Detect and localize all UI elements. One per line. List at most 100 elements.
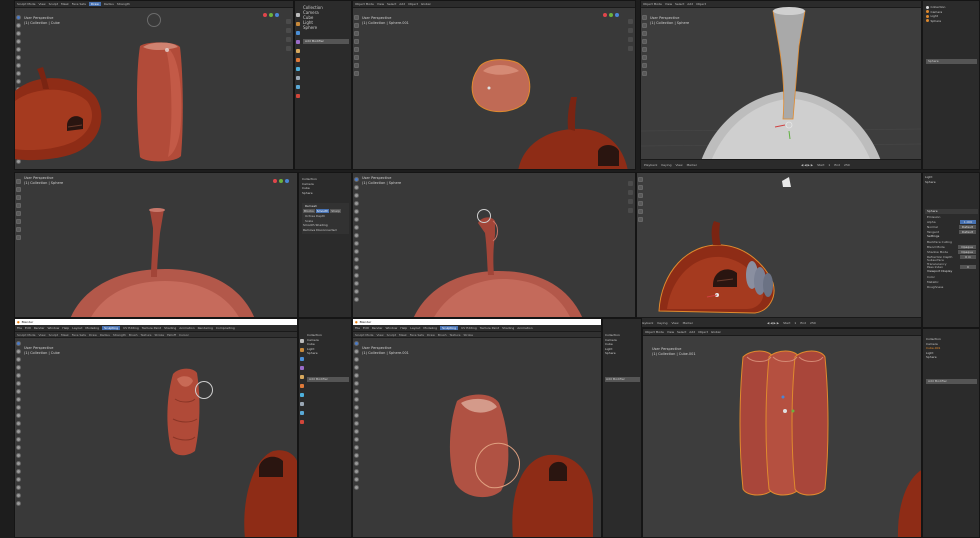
outliner-row[interactable]: Sphere	[926, 355, 977, 360]
camera-icon[interactable]	[628, 37, 633, 42]
viewport-2-scene	[471, 59, 628, 169]
scene-icon[interactable]	[296, 49, 300, 53]
outliner-list-8: Collection Camera Cube Light Sphere	[605, 333, 640, 356]
tool-icon[interactable]	[300, 339, 304, 343]
output-icon[interactable]	[296, 31, 300, 35]
outliner-panel-9: Collection Camera Cube.001 Light Sphere …	[922, 328, 980, 538]
outliner-panel-1: Collection Camera Cube Light Sphere Add …	[294, 0, 352, 170]
timeline-view[interactable]: View	[675, 163, 682, 167]
viewport-tile-7[interactable]: ● Blender File Edit Render Window Help L…	[14, 318, 298, 538]
hand-pan-icon[interactable]	[628, 190, 633, 195]
viewport-tile-5[interactable]: User Perspective (1) Collection | Sphere	[352, 172, 636, 318]
viewport-tile-8[interactable]: ● Blender File Edit Render Window Help L…	[352, 318, 602, 538]
remesh-panel: Remesh Blocks Smooth Sharp Octree Depth …	[302, 203, 349, 234]
outliner-list-3: Collection Camera Light Sphere	[926, 5, 977, 23]
viewport-tile-9[interactable]: Object Mode View Select Add Object Globa…	[642, 328, 922, 538]
play-controls[interactable]: ◀ ◀ ▶ ▶	[767, 321, 779, 325]
timeline-keying[interactable]: Keying	[661, 163, 671, 167]
add-modifier-button[interactable]: Add Modifier	[307, 377, 349, 382]
material-icon[interactable]	[300, 420, 304, 424]
wrench-icon[interactable]	[296, 67, 300, 71]
timeline-playback[interactable]: Playback	[644, 163, 657, 167]
brush-cursor	[195, 381, 213, 399]
scene-icon[interactable]	[300, 375, 304, 379]
zoom-icon[interactable]	[628, 19, 633, 24]
modifier-panel-4: Collection Camera Cube Sphere Remesh Blo…	[298, 172, 352, 318]
object-icon[interactable]	[300, 384, 304, 388]
hand-pan-icon[interactable]	[628, 28, 633, 33]
grid-icon[interactable]	[628, 46, 633, 51]
view-tools	[628, 19, 633, 51]
zoom-icon[interactable]	[628, 181, 633, 186]
particles-icon[interactable]	[300, 402, 304, 406]
remesh-mode-sharp[interactable]: Sharp	[330, 209, 342, 213]
viewport-tile-4[interactable]: User Perspective (1) Collection | Sphere	[14, 172, 298, 318]
remesh-mode-blocks[interactable]: Blocks	[303, 209, 315, 213]
viewport-3-scene	[641, 7, 921, 161]
outliner-row[interactable]: Sphere	[925, 180, 977, 185]
viewport-8-scene	[449, 394, 593, 537]
viewport-tile-1[interactable]: Sculpt Mode View Sculpt Mask Face Sets D…	[14, 0, 294, 170]
start-label: Start	[817, 162, 825, 167]
add-modifier-button[interactable]: Add Modifier	[605, 377, 640, 382]
end-frame[interactable]: 250	[810, 321, 816, 325]
viewport-5-scene	[414, 217, 582, 317]
tool-icon[interactable]	[296, 13, 300, 17]
outliner-row[interactable]: Sphere	[605, 351, 640, 356]
remesh-mode-smooth[interactable]: Smooth	[315, 209, 330, 213]
physics-icon[interactable]	[300, 411, 304, 415]
viewport-tile-3[interactable]: Object Mode View Select Add Object User …	[640, 0, 922, 170]
outliner-panel-8: Collection Camera Cube Light Sphere Add …	[602, 318, 642, 538]
camera-icon[interactable]	[628, 199, 633, 204]
roughness-row[interactable]: Roughness	[925, 284, 978, 289]
render-icon[interactable]	[300, 348, 304, 352]
material-panel-6: Light Sphere Sphere Emission Alpha 1.000 …	[922, 172, 980, 328]
timeline-marker[interactable]: Marker	[687, 163, 697, 167]
view-layer-icon[interactable]	[296, 40, 300, 44]
outliner-row[interactable]: Sphere	[303, 25, 349, 30]
end-label: End	[834, 162, 841, 167]
start-frame[interactable]: 1	[794, 321, 796, 325]
add-modifier-button[interactable]: Add Modifier	[303, 39, 349, 44]
viewport-9-scene	[739, 350, 921, 537]
timeline-marker[interactable]: Marker	[683, 321, 693, 325]
render-icon[interactable]	[296, 22, 300, 26]
start-label: Start	[783, 320, 791, 325]
outliner-list-6: Light Sphere	[925, 175, 977, 184]
play-controls[interactable]: ◀ ◀ ▶ ▶	[801, 163, 813, 167]
outliner-list-4: Collection Camera Cube Sphere	[302, 177, 349, 195]
particles-icon[interactable]	[296, 76, 300, 80]
view-tools	[628, 181, 633, 213]
outliner-list-7: Collection Camera Cube Light Sphere	[307, 333, 349, 356]
wrench-icon[interactable]	[300, 393, 304, 397]
viewport-6-scene	[658, 177, 791, 314]
outliner-row[interactable]: Sphere	[302, 191, 349, 196]
viewport-tile-6[interactable]: Playback Keying View Marker ◀ ◀ ▶ ▶ Star…	[636, 172, 922, 328]
outliner-row[interactable]: Sphere	[307, 351, 349, 356]
remove-disconnected-checkbox[interactable]: Remove Disconnected	[303, 228, 348, 233]
view-layer-icon[interactable]	[300, 366, 304, 370]
start-frame[interactable]: 1	[828, 163, 830, 167]
outliner-panel-3: Collection Camera Light Sphere Sphere	[922, 0, 980, 170]
timeline-playback[interactable]: Playback	[640, 321, 653, 325]
timeline-keying[interactable]: Keying	[657, 321, 667, 325]
outliner-row[interactable]: Sphere	[926, 19, 977, 24]
material-icon[interactable]	[296, 94, 300, 98]
end-label: End	[800, 320, 807, 325]
viewport-4-scene	[70, 208, 255, 317]
physics-icon[interactable]	[296, 85, 300, 89]
timeline: Playback Keying View Marker ◀ ◀ ▶ ▶ Star…	[641, 159, 921, 169]
brush-cursor	[477, 209, 491, 223]
outliner-panel-7: Collection Camera Cube Light Sphere Add …	[298, 318, 352, 538]
output-icon[interactable]	[300, 357, 304, 361]
timeline: Playback Keying View Marker ◀ ◀ ▶ ▶ Star…	[637, 317, 921, 327]
grid-icon[interactable]	[628, 208, 633, 213]
timeline-view[interactable]: View	[671, 321, 678, 325]
object-icon[interactable]	[296, 58, 300, 62]
viewport-tile-2[interactable]: Object Mode View Select Add Object Globa…	[352, 0, 636, 170]
navigation-gizmo[interactable]	[273, 179, 289, 183]
material-settings: Sphere Emission Alpha 1.000 Normal Default…	[925, 209, 978, 289]
end-frame[interactable]: 250	[844, 163, 850, 167]
add-modifier-button[interactable]: Add Modifier	[926, 379, 977, 384]
object-name-field[interactable]: Sphere	[926, 59, 977, 64]
